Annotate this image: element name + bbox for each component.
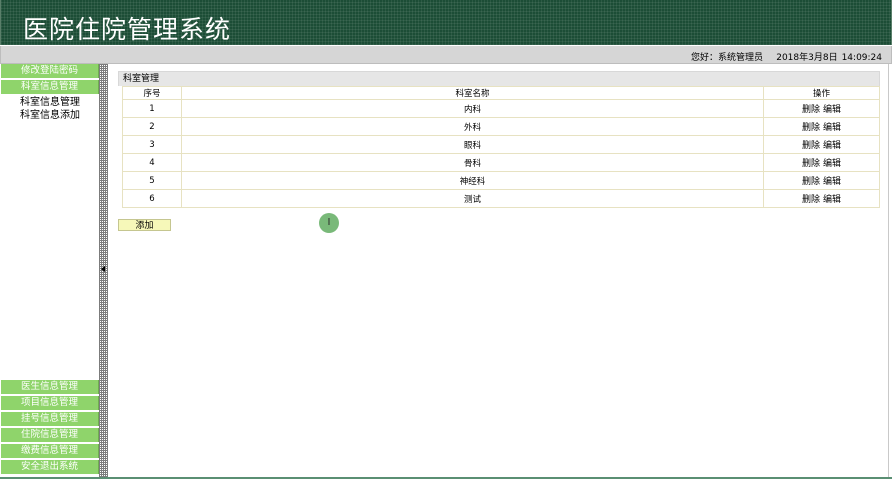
row-name: 外科 [181, 117, 764, 136]
text-cursor-icon: I [319, 213, 339, 233]
nav-project-management[interactable]: 项目信息管理 [1, 396, 99, 410]
row-no: 6 [122, 189, 182, 208]
table-header-row: 序号 科室名称 操作 [122, 86, 880, 100]
app-title: 医院住院管理系统 [23, 15, 232, 44]
table-row: 2 外科 删除 编辑 [122, 117, 880, 136]
delete-link[interactable]: 删除 [802, 159, 820, 169]
nav-doctor-management[interactable]: 医生信息管理 [1, 380, 99, 394]
delete-link[interactable]: 删除 [802, 105, 820, 115]
table-row: 4 骨科 删除 编辑 [122, 153, 880, 172]
datetime: 2018年3月8日 14:09:24 [772, 50, 882, 63]
edit-link[interactable]: 编辑 [823, 159, 841, 169]
edit-link[interactable]: 编辑 [823, 195, 841, 205]
row-actions: 删除 编辑 [763, 189, 880, 208]
row-actions: 删除 编辑 [763, 171, 880, 190]
row-name: 骨科 [181, 153, 764, 172]
collapse-left-icon[interactable] [101, 266, 105, 272]
row-actions: 删除 编辑 [763, 117, 880, 136]
department-table: 序号 科室名称 操作 1 内科 删除 编辑 2 外科 删除 编辑 3 眼科 删除 编辑 [122, 86, 880, 208]
nav-inpatient-management[interactable]: 住院信息管理 [1, 428, 99, 442]
row-no: 3 [122, 135, 182, 154]
row-name: 内科 [181, 99, 764, 118]
column-header-name: 科室名称 [181, 86, 764, 100]
edit-link[interactable]: 编辑 [823, 105, 841, 115]
delete-link[interactable]: 删除 [802, 195, 820, 205]
delete-link[interactable]: 删除 [802, 177, 820, 187]
nav-change-password[interactable]: 修改登陆密码 [1, 64, 99, 78]
table-row: 3 眼科 删除 编辑 [122, 135, 880, 154]
row-name: 测试 [181, 189, 764, 208]
current-date: 2018年3月8日 [776, 53, 838, 63]
column-header-no: 序号 [122, 86, 182, 100]
row-no: 5 [122, 171, 182, 190]
sub-department-add[interactable]: 科室信息添加 [0, 109, 99, 122]
row-actions: 删除 编辑 [763, 153, 880, 172]
edit-link[interactable]: 编辑 [823, 177, 841, 187]
row-name: 眼科 [181, 135, 764, 154]
user-greeting: 您好：系统管理员 [690, 53, 763, 63]
content-right-border [888, 64, 889, 477]
department-panel: 科室管理 序号 科室名称 操作 1 内科 删除 编辑 2 外科 删除 编辑 3 眼科 [118, 71, 880, 212]
sidebar: 修改登陆密码 科室信息管理 科室信息管理 科室信息添加 医生信息管理 项目信息管… [0, 64, 99, 477]
table-row: 5 神经科 删除 编辑 [122, 171, 880, 190]
row-actions: 删除 编辑 [763, 135, 880, 154]
nav-payment-management[interactable]: 缴费信息管理 [1, 444, 99, 458]
row-actions: 删除 编辑 [763, 99, 880, 118]
sidebar-bottom-group: 医生信息管理 项目信息管理 挂号信息管理 住院信息管理 缴费信息管理 安全退出系… [0, 380, 99, 476]
edit-link[interactable]: 编辑 [823, 141, 841, 151]
delete-link[interactable]: 删除 [802, 123, 820, 133]
edit-link[interactable]: 编辑 [823, 123, 841, 133]
row-no: 2 [122, 117, 182, 136]
row-no: 4 [122, 153, 182, 172]
table-row: 6 测试 删除 编辑 [122, 189, 880, 208]
sub-department-list[interactable]: 科室信息管理 [0, 96, 99, 109]
row-name: 神经科 [181, 171, 764, 190]
header-banner: 医院住院管理系统 [0, 0, 892, 45]
column-header-op: 操作 [763, 86, 880, 100]
delete-link[interactable]: 删除 [802, 141, 820, 151]
status-bar: 您好：系统管理员 2018年3月8日 14:09:24 [0, 46, 892, 64]
nav-registration-management[interactable]: 挂号信息管理 [1, 412, 99, 426]
add-department-button[interactable]: 添加 [118, 219, 171, 231]
panel-title: 科室管理 [118, 71, 880, 86]
bottom-border [0, 477, 892, 479]
row-no: 1 [122, 99, 182, 118]
table-row: 1 内科 删除 编辑 [122, 99, 880, 118]
nav-logout[interactable]: 安全退出系统 [1, 460, 99, 474]
nav-department-management[interactable]: 科室信息管理 [1, 80, 99, 94]
current-time: 14:09:24 [841, 53, 882, 63]
